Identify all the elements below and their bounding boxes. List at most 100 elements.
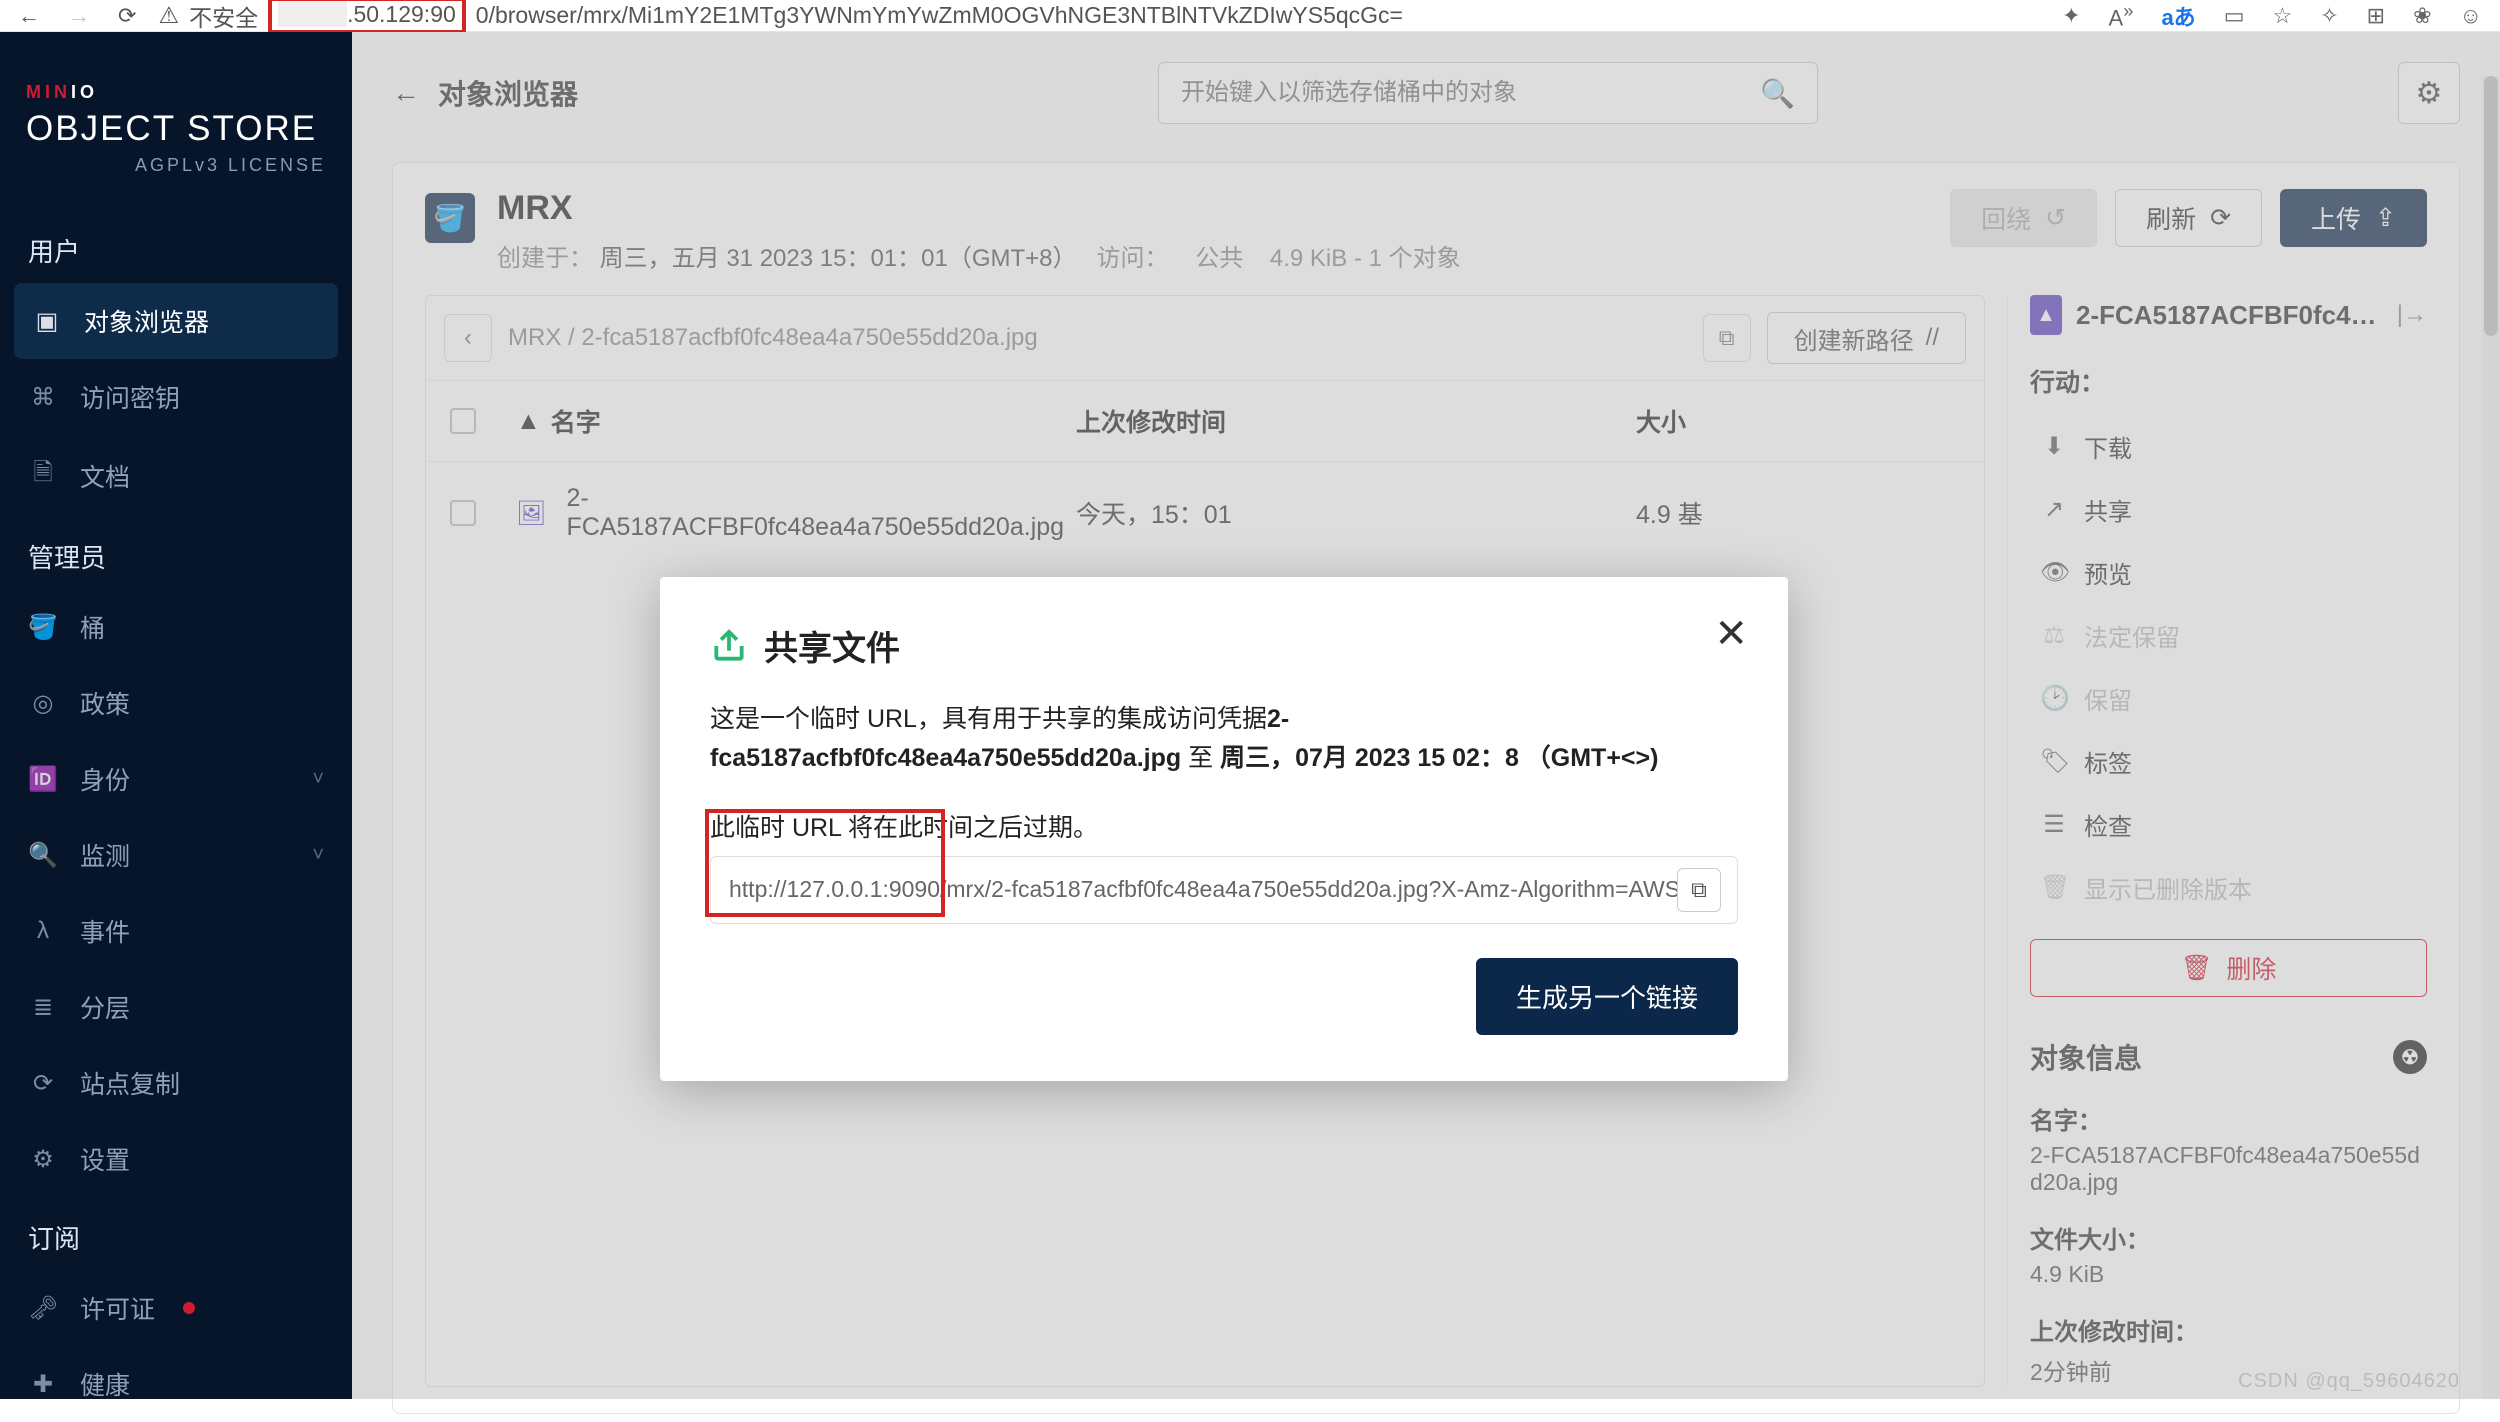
scrollbar-vertical[interactable] [2482,76,2500,1399]
action-deleted-versions: 🗑显示已删除版本 [2030,856,2427,919]
modal-note: 此临时 URL 将在此时间之后过期。 [710,808,1738,844]
share-url-field[interactable]: http://127.0.0.1:9090/mrx/2-fca5187acfbf… [710,856,1738,924]
info-size-block: 文件大小： 4.9 KiB [2030,1220,2427,1288]
delete-button[interactable]: 🗑删除 [2030,939,2427,997]
new-path-icon: // [1926,324,1939,352]
translate-icon[interactable]: aあ [2161,0,2195,32]
diagnostics-icon[interactable]: ☢ [2393,1040,2427,1074]
brand-license: AGPLv3 LICENSE [26,155,326,176]
bucket-header: 🪣 MRX 创建于： 周三，五月 31 2023 15：01：01（GMT+8）… [425,189,2427,273]
upload-button[interactable]: 上传⇪ [2280,189,2427,247]
sidebar-item-identity[interactable]: 🆔身份˅ [0,741,352,817]
sidebar-item-access-keys[interactable]: ⌘ 访问密钥 [0,359,352,435]
col-name[interactable]: 名字 [551,403,601,439]
scrollbar-thumb[interactable] [2484,76,2498,336]
sidebar-item-buckets[interactable]: 🪣桶 [0,589,352,665]
key-icon: ⌘ [28,383,58,412]
inspect-icon: ☰ [2040,810,2068,839]
sidebar-item-object-browser[interactable]: ▣ 对象浏览器 [14,283,338,359]
action-tags[interactable]: 🏷标签 [2030,730,2427,793]
action-share[interactable]: ↗共享 [2030,478,2427,541]
action-legal-hold: ⚖法定保留 [2030,604,2427,667]
nav-back-icon[interactable]: ← [18,3,40,29]
modal-title: 共享文件 [764,621,900,670]
chevron-down-icon: ˅ [312,844,324,867]
license-icon: 🗝 [28,1294,58,1323]
eye-icon: 👁 [2040,558,2068,587]
actions-label: 行动： [2030,363,2427,399]
browser-chrome: ← → ⟳ ⚠ 不安全 xxxxxx.50.129:900/browser/mr… [0,0,2500,32]
table-row[interactable]: 🖼2-FCA5187ACFBF0fc48ea4a750e55dd20a.jpg … [426,462,1984,564]
sidebar-item-monitoring[interactable]: 🔍监测˅ [0,817,352,893]
bucket-large-icon: 🪣 [425,193,475,243]
row-checkbox[interactable] [450,500,476,526]
profile-icon[interactable]: ☺ [2460,3,2482,29]
new-path-button[interactable]: 创建新路径// [1767,312,1966,364]
share-icon [710,627,748,665]
action-preview[interactable]: 👁预览 [2030,541,2427,604]
sidebar-item-site-repl[interactable]: ⟳站点复制 [0,1045,352,1121]
action-retention: 🕑保留 [2030,667,2427,730]
generate-link-button[interactable]: 生成另一个链接 [1476,958,1738,1035]
sidebar-item-events[interactable]: λ事件 [0,893,352,969]
col-modified[interactable]: 上次修改时间 [1076,403,1636,439]
favorite-icon[interactable]: ☆ [2272,3,2292,29]
nav-forward-icon[interactable]: → [68,3,90,29]
crumb-back-button[interactable]: ‹ [444,314,492,362]
nav-reload-icon[interactable]: ⟳ [118,3,136,29]
col-size[interactable]: 大小 [1636,403,1836,439]
select-all-checkbox[interactable] [450,408,476,434]
reader-icon[interactable]: ▭ [2224,3,2245,29]
copy-url-button[interactable]: ⧉ [1677,868,1721,912]
sidebar-item-policies[interactable]: ◎政策 [0,665,352,741]
arrow-left-icon: ← [392,77,420,109]
sidebar-item-license[interactable]: 🗝许可证 [0,1270,352,1346]
sort-icon[interactable]: ▲ [516,407,541,436]
replication-icon: ⟳ [28,1069,58,1098]
health-icon: ✚ [28,1370,58,1399]
watermark: CSDN @qq_59604620 [2238,1370,2460,1393]
action-download[interactable]: ⬇下载 [2030,415,2427,478]
sidebar-item-docs[interactable]: 🗎 文档 [0,435,352,516]
trash-history-icon: 🗑 [2040,873,2068,902]
url-highlight-box: xxxxxx.50.129:90 [268,0,466,34]
page-back-header[interactable]: ← 对象浏览器 [392,73,578,113]
action-inspect[interactable]: ☰检查 [2030,793,2427,856]
sidebar-item-health[interactable]: ✚健康 [0,1346,352,1422]
share-icon: ↗ [2040,495,2068,524]
sidebar-item-label: 访问密钥 [80,379,180,415]
search-icon[interactable]: 🔍 [1760,77,1795,110]
settings-button[interactable]: ⚙ [2398,62,2460,124]
crumb-copy-button[interactable]: ⧉ [1703,314,1751,362]
sidebar-item-tiering[interactable]: ≣分层 [0,969,352,1045]
search-box[interactable]: 🔍 [1158,62,1818,124]
sidebar-item-settings[interactable]: ⚙设置 [0,1121,352,1197]
bucket-meta: 创建于： 周三，五月 31 2023 15：01：01（GMT+8） 访问： 公… [497,238,1461,273]
rewind-button: 回绕↺ [1950,189,2097,247]
collections-icon[interactable]: ✧ [2320,3,2338,29]
text-size-icon[interactable]: A» [2109,0,2134,31]
search-input[interactable] [1181,79,1760,107]
notification-dot-icon [183,1302,195,1314]
insecure-icon: ⚠ [158,2,179,29]
image-file-icon: ▲ [2030,295,2062,335]
magic-icon[interactable]: ✦ [2062,3,2080,29]
open-external-icon[interactable]: |→ [2397,301,2427,329]
breadcrumb[interactable]: MRX / 2-fca5187acfbf0fc48ea4a750e55dd20a… [508,324,1687,352]
object-browser-icon: ▣ [32,307,62,336]
sidebar-item-label: 文档 [80,458,130,494]
puzzle-icon[interactable]: ❀ [2413,3,2431,29]
events-icon: λ [28,917,58,945]
detail-filename: 2-FCA5187ACFBF0fc48ea4a... [2076,300,2383,331]
share-url-text[interactable]: http://127.0.0.1:9090/mrx/2-fca5187acfbf… [711,876,1677,903]
close-icon[interactable]: ✕ [1714,611,1748,657]
refresh-button[interactable]: 刷新⟳ [2115,189,2262,247]
copy-icon: ⧉ [1691,877,1707,903]
bucket-icon: 🪣 [28,613,58,642]
extensions-icon[interactable]: ⊞ [2367,3,2385,29]
monitor-icon: 🔍 [28,841,58,870]
gavel-icon: ⚖ [2040,621,2068,650]
url-rest[interactable]: 0/browser/mrx/Mi1mY2E1MTg3YWNmYmYwZmM0OG… [476,2,1403,29]
section-user: 用户 [0,210,352,283]
sidebar: MINIO OBJECT STORE AGPLv3 LICENSE 用户 ▣ 对… [0,32,352,1399]
